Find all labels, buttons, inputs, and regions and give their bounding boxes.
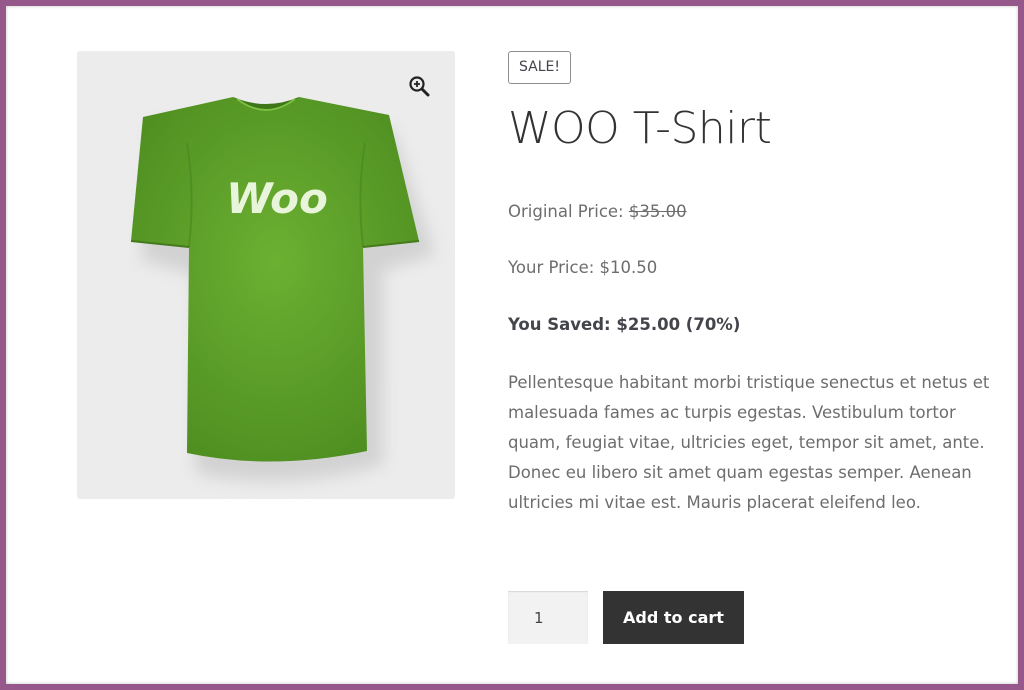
magnifier-plus-icon[interactable] <box>408 75 430 97</box>
original-price-line: Original Price: $35.00 <box>508 202 687 221</box>
sale-badge: SALE! <box>508 51 571 84</box>
product-title: WOO T-Shirt <box>508 103 772 154</box>
page-frame: Woo SALE! WOO T-Shirt Original Price: $3… <box>0 0 1024 690</box>
product-description: Pellentesque habitant morbi tristique se… <box>508 373 990 512</box>
you-saved: You Saved: $25.00 (70%) <box>508 315 741 334</box>
shirt-print-text: Woo <box>226 174 328 223</box>
original-price-value: $35.00 <box>628 202 687 221</box>
original-price-label: Original Price: <box>508 202 629 221</box>
your-price: Your Price: $10.50 <box>508 258 658 277</box>
product-image: Woo <box>130 97 435 482</box>
product-gallery[interactable]: Woo <box>77 51 455 499</box>
add-to-cart-button[interactable]: Add to cart <box>603 591 744 644</box>
quantity-input[interactable] <box>508 591 588 644</box>
